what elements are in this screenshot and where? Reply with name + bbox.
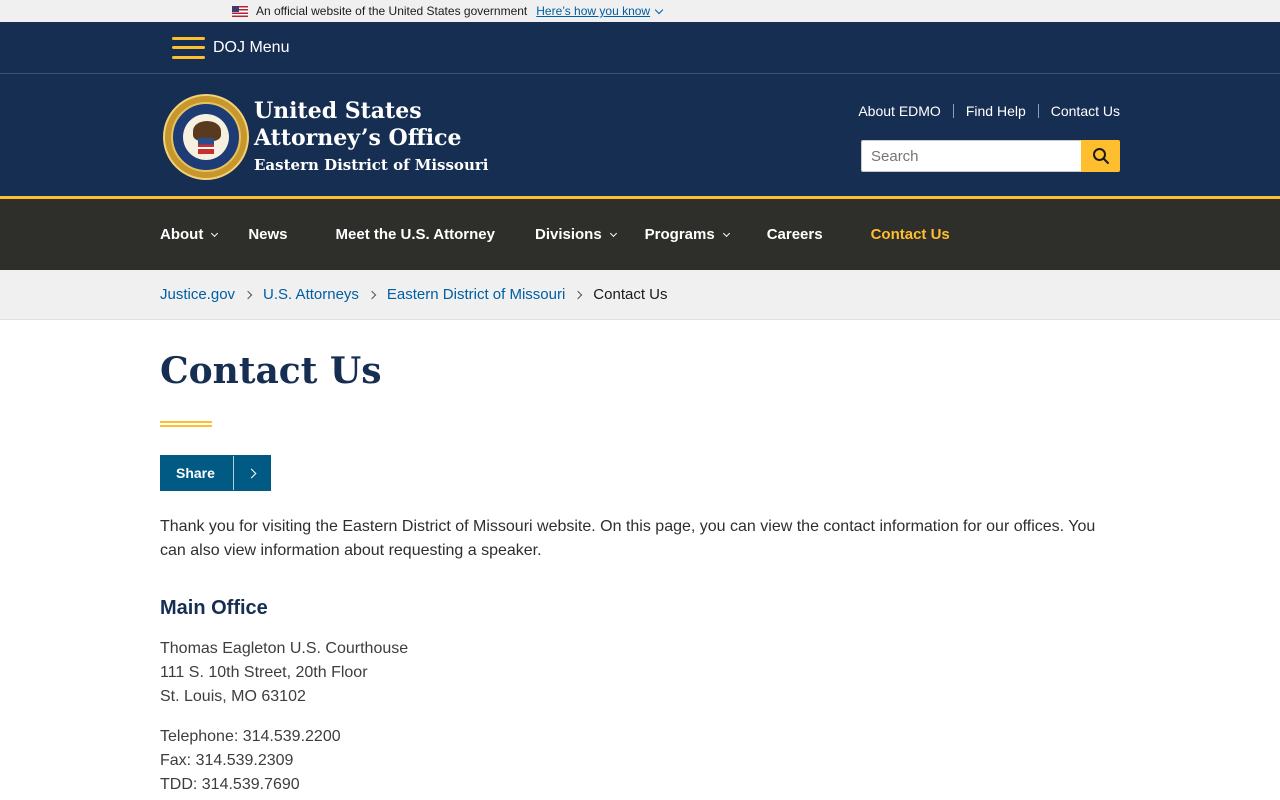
nav-item-programs[interactable]: Programs bbox=[644, 226, 730, 243]
doj-menu-label: DOJ Menu bbox=[213, 38, 290, 56]
chevron-down-icon bbox=[211, 229, 219, 238]
share-button[interactable]: Share bbox=[160, 455, 271, 491]
nav-item-divisions[interactable]: Divisions bbox=[534, 226, 617, 243]
main-office-phones: Telephone: 314.539.2200 Fax: 314.539.230… bbox=[160, 725, 1120, 797]
search-form bbox=[861, 140, 1120, 172]
fax: Fax: 314.539.2309 bbox=[160, 751, 294, 769]
breadcrumb: Justice.gov U.S. Attorneys Eastern Distr… bbox=[0, 270, 1280, 320]
util-link-about-edmo[interactable]: About EDMO bbox=[858, 103, 940, 119]
tdd: TDD: 314.539.7690 bbox=[160, 775, 300, 793]
doj-seal-icon[interactable] bbox=[163, 94, 249, 180]
breadcrumb-link-eastern-district[interactable]: Eastern District of Missouri bbox=[387, 286, 565, 303]
doj-menu-bar: DOJ Menu bbox=[0, 22, 1280, 74]
page-title: Contact Us bbox=[160, 350, 382, 392]
share-label: Share bbox=[176, 465, 215, 481]
site-title-line2: Attorney’s Office bbox=[254, 125, 462, 151]
util-link-find-help[interactable]: Find Help bbox=[966, 103, 1026, 119]
site-title-district: Eastern District of Missouri bbox=[254, 156, 489, 174]
heres-how-you-know-label: Here’s how you know bbox=[536, 4, 651, 18]
breadcrumb-link-us-attorneys[interactable]: U.S. Attorneys bbox=[263, 286, 359, 303]
nav-item-contact-us[interactable]: Contact Us bbox=[871, 226, 950, 243]
chevron-down-icon bbox=[722, 229, 730, 238]
nav-item-news[interactable]: News bbox=[248, 226, 287, 243]
search-input[interactable] bbox=[861, 140, 1081, 172]
chevron-down-icon bbox=[609, 229, 617, 238]
site-title[interactable]: United States Attorney’s Office Eastern … bbox=[254, 98, 488, 174]
hamburger-icon bbox=[172, 36, 205, 59]
address-line: St. Louis, MO 63102 bbox=[160, 687, 306, 705]
main-office-heading: Main Office bbox=[160, 597, 268, 619]
divider bbox=[952, 104, 954, 118]
nav-item-label: About bbox=[160, 226, 204, 243]
us-flag-icon bbox=[232, 5, 248, 17]
search-icon bbox=[1092, 148, 1109, 164]
title-underline bbox=[160, 421, 212, 427]
utility-links: About EDMO Find Help Contact Us bbox=[858, 103, 1120, 119]
util-link-contact-us[interactable]: Contact Us bbox=[1051, 103, 1120, 119]
telephone: Telephone: 314.539.2200 bbox=[160, 727, 341, 745]
chevron-right-icon bbox=[574, 290, 583, 299]
nav-item-label: News bbox=[248, 226, 288, 243]
nav-item-about[interactable]: About bbox=[160, 226, 219, 243]
chevron-right-icon bbox=[243, 290, 253, 299]
site-header: United States Attorney’s Office Eastern … bbox=[0, 74, 1280, 199]
heres-how-you-know-link[interactable]: Here’s how you know bbox=[536, 4, 664, 18]
site-title-line1: United States bbox=[254, 98, 422, 124]
divider bbox=[1037, 104, 1039, 118]
gov-banner: An official website of the United States… bbox=[0, 0, 1280, 22]
nav-item-meet-the-us-attorney[interactable]: Meet the U.S. Attorney bbox=[336, 226, 495, 243]
address-line: Thomas Eagleton U.S. Courthouse bbox=[160, 639, 409, 657]
nav-item-label: Careers bbox=[766, 226, 823, 243]
gov-banner-text: An official website of the United States… bbox=[256, 4, 528, 18]
chevron-right-icon bbox=[367, 290, 377, 299]
chevron-down-icon bbox=[654, 5, 664, 14]
nav-item-label: Meet the U.S. Attorney bbox=[335, 226, 495, 243]
main-nav: About News Meet the U.S. Attorney Divisi… bbox=[0, 199, 1280, 270]
search-button[interactable] bbox=[1081, 140, 1120, 172]
nav-item-label: Programs bbox=[644, 226, 715, 243]
nav-item-careers[interactable]: Careers bbox=[767, 226, 823, 243]
chevron-right-icon bbox=[234, 468, 271, 478]
main-office-address: Thomas Eagleton U.S. Courthouse 111 S. 1… bbox=[160, 637, 1120, 709]
doj-menu-button[interactable]: DOJ Menu bbox=[172, 36, 290, 59]
address-line: 111 S. 10th Street, 20th Floor bbox=[160, 663, 368, 681]
breadcrumb-link-justice-gov[interactable]: Justice.gov bbox=[160, 286, 235, 303]
intro-text: Thank you for visiting the Eastern Distr… bbox=[160, 518, 1096, 559]
nav-item-label: Contact Us bbox=[870, 226, 950, 243]
nav-item-label: Divisions bbox=[534, 226, 602, 243]
breadcrumb-current: Contact Us bbox=[593, 286, 668, 303]
divider bbox=[233, 456, 234, 490]
main-content: Contact Us Share Thank you for visiting … bbox=[0, 350, 1120, 797]
